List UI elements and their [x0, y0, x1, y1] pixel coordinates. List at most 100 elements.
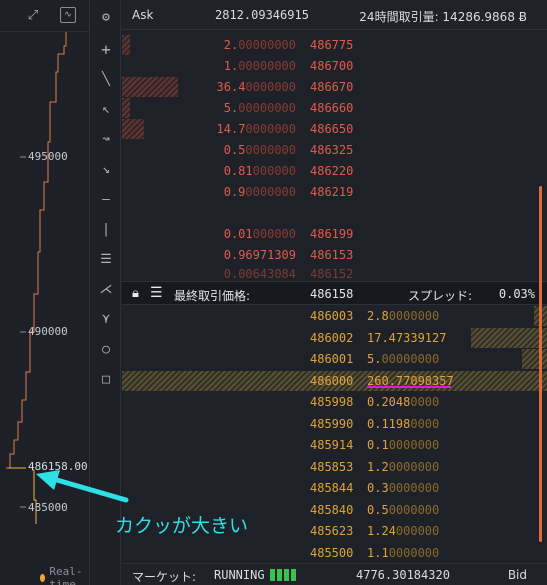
curve-icon[interactable]: ↝ [95, 128, 117, 150]
volume-24h: 24時間取引量: 14286.9868 Ƀ [359, 10, 527, 24]
pitchfork-icon[interactable]: ⋌ [95, 278, 117, 300]
bid-price: 485500 [310, 545, 354, 560]
ask-row[interactable]: 36.40000000 486670 [122, 76, 547, 98]
bid-price: 485990 [310, 416, 354, 431]
trend-line-icon[interactable]: ╲ [95, 68, 117, 90]
ask-depth-bar [122, 119, 145, 139]
bid-price: 485853 [310, 459, 354, 474]
bid-price: 486001 [310, 352, 354, 366]
bid-row[interactable]: 486002 17.47339127 [122, 327, 547, 349]
ask-row[interactable]: 14.70000000 486650 [122, 118, 547, 140]
orderbook-header: Ask 2812.09346915 24時間取引量: 14286.9868 Ƀ [122, 0, 547, 30]
price-line [6, 32, 67, 469]
bid-amount: 0.11980000 [367, 416, 440, 431]
bid-amount: 0.20480000 [367, 395, 440, 409]
chart-toolbar: ⤢ ∿ [0, 0, 90, 32]
ask-price: 486650 [310, 122, 354, 136]
bid-row[interactable]: 485990 0.11980000 [122, 413, 547, 435]
orderbook-panel: Ask 2812.09346915 24時間取引量: 14286.9868 Ƀ … [122, 0, 547, 585]
ask-price: 486153 [310, 248, 354, 262]
ask-amount: 0.50000000 [223, 143, 296, 157]
bid-price: 485914 [310, 438, 354, 452]
ask-amount: 5.00000000 [223, 101, 296, 115]
ask-depth-bar [122, 77, 178, 97]
bid-amount: 0.30000000 [367, 481, 440, 495]
ask-row[interactable]: 2.00000000 486775 [122, 34, 547, 56]
running-indicator-icon [270, 569, 296, 581]
horizontal-line-icon[interactable]: — [95, 188, 117, 210]
parallel-channel-icon[interactable]: ☰ [95, 248, 117, 270]
ask-amount: 1.00000000 [223, 59, 296, 73]
settings-gear-icon[interactable]: ⚙ [95, 6, 117, 28]
ask-amount: 0.96971309 [223, 248, 296, 262]
rectangle-icon[interactable]: □ [95, 368, 117, 390]
realtime-indicator[interactable]: Real-time [40, 565, 89, 585]
bid-amount: 17.47339127 [367, 330, 447, 345]
bid-amount: 2.80000000 [367, 309, 440, 323]
bid-row[interactable]: 485914 0.10000000 [122, 434, 547, 456]
bid-row[interactable]: 485500 1.10000000 [122, 542, 547, 564]
bid-row[interactable]: 485998 0.20480000 [122, 391, 547, 413]
ask-price: 486219 [310, 185, 354, 199]
ask-price: 486775 [310, 38, 354, 52]
bid-price: 485623 [310, 524, 354, 538]
bid-price: 485844 [310, 481, 354, 495]
arrow-icon[interactable]: ↘ [95, 158, 117, 180]
market-status: RUNNING [214, 568, 265, 582]
bid-amount: 1.10000000 [367, 545, 440, 560]
ask-amount: 0.01000000 [223, 227, 296, 241]
bid-amount: 1.20000000 [367, 459, 440, 474]
last-price-label: 最終取引価格: [174, 289, 251, 303]
ask-amount: 0.90000000 [223, 185, 296, 199]
bid-amount: 1.24000000 [367, 524, 440, 538]
market-label: マーケット: [132, 570, 197, 584]
ray-icon[interactable]: ↖ [95, 98, 117, 120]
ask-amount: 0.00643084 [223, 267, 296, 281]
annotation-text: カクッが大きい [115, 515, 249, 537]
bid-price: 486003 [310, 309, 354, 323]
bid-row[interactable]: 486003 2.80000000 [122, 305, 547, 327]
highlight-underline [367, 386, 451, 388]
ask-price: 486152 [310, 267, 354, 281]
expand-icon[interactable]: ⤢ [22, 4, 44, 26]
spread-value: 0.03% [498, 287, 535, 301]
orderbook-footer: マーケット: RUNNING 4776.30184320 Bid [122, 563, 547, 585]
bid-total-amount: 4776.30184320 [356, 568, 450, 582]
spread-bar: 🔒︎ ☰ 最終取引価格: 486158 スプレッド: 0.03% [122, 281, 547, 305]
ask-price: 486199 [310, 227, 354, 241]
annotation-arrow-icon [36, 470, 129, 503]
ask-row[interactable]: 0.90000000 486219 [122, 181, 547, 203]
ask-price: 486220 [310, 164, 354, 178]
bid-price: 486000 [310, 373, 354, 388]
ask-price: 486660 [310, 101, 354, 115]
ask-row[interactable]: 1.00000000 486700 [122, 55, 547, 77]
fib-tool-icon[interactable]: ⋎ [95, 308, 117, 330]
ask-row[interactable]: 0.01000000 486199 [122, 223, 547, 245]
bid-price: 485998 [310, 395, 354, 409]
realtime-label: Real-time [49, 565, 83, 585]
ask-price: 486325 [310, 143, 354, 157]
vertical-line-icon[interactable]: | [95, 218, 117, 240]
bid-amount: 0.10000000 [367, 438, 440, 452]
bid-row[interactable]: 485853 1.20000000 [122, 456, 547, 478]
ask-price: 486700 [310, 59, 354, 73]
list-view-icon[interactable]: ☰ [150, 285, 163, 301]
ask-amount: 14.70000000 [216, 122, 296, 136]
chart-style-icon[interactable]: ∿ [60, 7, 76, 23]
circle-icon[interactable]: ○ [95, 338, 117, 360]
last-price-value: 486158 [310, 287, 354, 301]
bid-row[interactable]: 486000 260.77098357 [122, 370, 547, 392]
crosshair-icon[interactable]: + [95, 38, 117, 60]
bid-row[interactable]: 485844 0.30000000 [122, 477, 547, 499]
ask-row[interactable] [122, 202, 547, 224]
ask-depth-bar [122, 35, 130, 55]
orderbook-scrollbar[interactable] [539, 186, 542, 542]
ask-row[interactable]: 5.00000000 486660 [122, 97, 547, 119]
price-axis-label: 490000 [28, 325, 68, 338]
ask-row[interactable]: 0.50000000 486325 [122, 139, 547, 161]
bid-amount: 5.00000000 [367, 352, 440, 366]
lock-icon[interactable]: 🔒︎ [132, 286, 139, 301]
ask-row[interactable]: 0.81000000 486220 [122, 160, 547, 182]
ask-amount: 2.00000000 [223, 38, 296, 52]
bid-row[interactable]: 486001 5.00000000 [122, 348, 547, 370]
